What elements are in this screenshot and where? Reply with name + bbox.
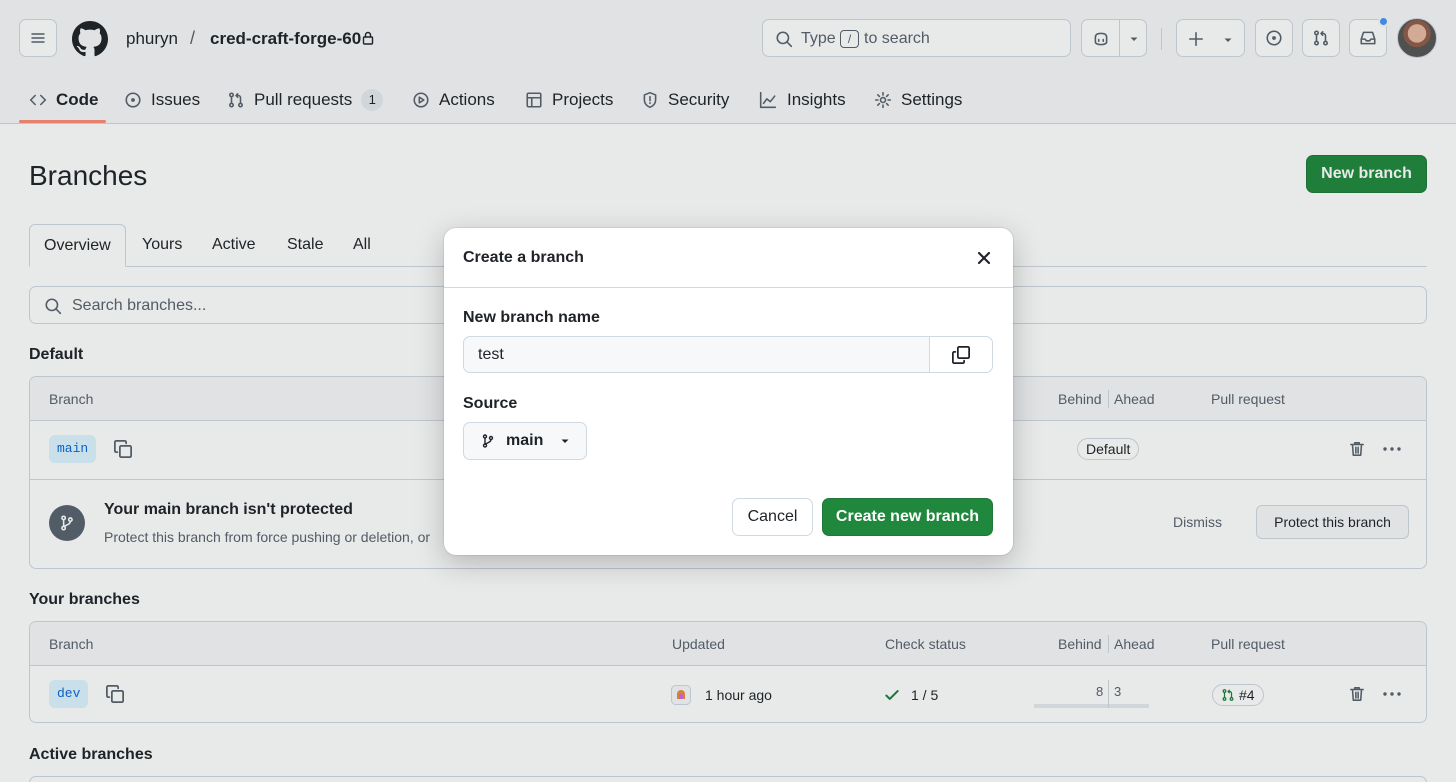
source-label: Source bbox=[463, 395, 518, 412]
branch-name-label: New branch name bbox=[463, 309, 600, 326]
copy-name-button[interactable] bbox=[929, 336, 993, 373]
source-branch-dropdown[interactable]: main bbox=[463, 422, 587, 460]
caret-down-icon bbox=[561, 439, 569, 443]
create-new-branch-button[interactable]: Create new branch bbox=[822, 498, 993, 536]
close-icon[interactable] bbox=[974, 248, 994, 268]
cancel-button[interactable]: Cancel bbox=[732, 498, 813, 536]
git-branch-icon bbox=[482, 434, 494, 448]
branch-name-input[interactable] bbox=[463, 336, 930, 373]
dialog-title: Create a branch bbox=[463, 249, 584, 266]
copy-icon bbox=[952, 345, 970, 364]
source-branch-value: main bbox=[506, 432, 544, 449]
create-branch-dialog: Create a branch New branch name Source m… bbox=[444, 228, 1013, 555]
